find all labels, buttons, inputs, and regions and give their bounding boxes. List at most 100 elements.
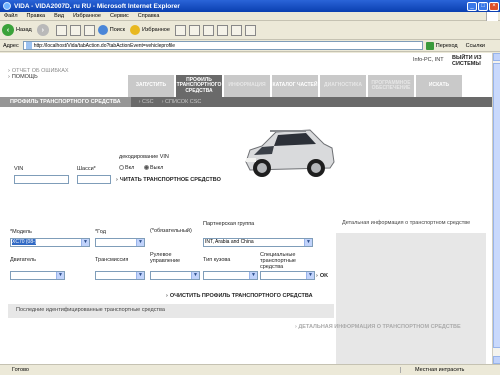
tab-vehicle-profile[interactable]: ПРОФИЛЬ ТРАНСПОРТНОГО СРЕДСТВА bbox=[176, 75, 222, 97]
top-links: › ОТЧЕТ ОБ ОШИБКАХ › ПОМОЩЬ bbox=[8, 68, 69, 80]
menu-favorites[interactable]: Избранное bbox=[73, 13, 101, 19]
subnav-vehicle-profile[interactable]: ПРОФИЛЬ ТРАНСПОРТНОГО СРЕДСТВА bbox=[0, 97, 131, 107]
stop-icon[interactable] bbox=[55, 24, 67, 36]
menu-tools[interactable]: Сервис bbox=[110, 13, 129, 19]
scroll-down-button[interactable] bbox=[493, 356, 500, 364]
sub-navigation: ПРОФИЛЬ ТРАНСПОРТНОГО СРЕДСТВА › CSC › С… bbox=[0, 97, 492, 107]
transmission-select[interactable]: ▼ bbox=[95, 271, 145, 280]
address-bar: Адрес http://localhost/Vida/tabAction.do… bbox=[0, 40, 500, 52]
decode-on-option[interactable]: Вкл bbox=[119, 165, 134, 171]
transmission-label: Трансмиссия bbox=[95, 257, 129, 263]
history-icon[interactable] bbox=[174, 24, 186, 36]
status-bar: Готово Местная интрасеть bbox=[0, 364, 500, 375]
vin-input[interactable] bbox=[14, 175, 69, 184]
chassis-input[interactable] bbox=[77, 175, 111, 184]
recent-vehicles-header: Последние идентифицированные транспортны… bbox=[8, 304, 334, 318]
vertical-scrollbar[interactable] bbox=[492, 53, 500, 364]
arrow-icon: › bbox=[8, 74, 10, 80]
scroll-up-button[interactable] bbox=[493, 53, 500, 61]
main-tabs: ЗАПУСТИТЬ ПРОФИЛЬ ТРАНСПОРТНОГО СРЕДСТВА… bbox=[128, 75, 464, 97]
favorites-button[interactable]: Избранное bbox=[130, 25, 170, 35]
back-arrow-icon: ‹ bbox=[2, 24, 14, 36]
address-url: http://localhost/Vida/tabAction.do?tabAc… bbox=[33, 42, 175, 49]
refresh-icon[interactable] bbox=[69, 24, 81, 36]
vehicle-detail-panel: Детальная информация о транспортном сред… bbox=[336, 218, 486, 373]
help-link[interactable]: › ПОМОЩЬ bbox=[8, 74, 69, 80]
tab-start[interactable]: ЗАПУСТИТЬ bbox=[128, 75, 174, 97]
tab-parts-catalog[interactable]: КАТАЛОГ ЧАСТЕЙ bbox=[272, 75, 318, 97]
chassis-label: Шасси* bbox=[77, 166, 96, 172]
tab-software[interactable]: ПРОГРАММНОЕ ОБЕСПЕЧЕНИЕ bbox=[368, 75, 414, 97]
chevron-down-icon: ▼ bbox=[136, 272, 144, 279]
body-type-select[interactable]: ▼ bbox=[203, 271, 258, 280]
messenger-icon[interactable] bbox=[244, 24, 256, 36]
chevron-down-icon: ▼ bbox=[136, 239, 144, 246]
special-vehicles-label: Специальные транспортные средства bbox=[260, 252, 296, 270]
menu-help[interactable]: Справка bbox=[138, 13, 160, 19]
ok-button[interactable]: › OK bbox=[316, 273, 328, 279]
back-button[interactable]: ‹ Назад bbox=[2, 24, 32, 36]
tab-information[interactable]: ИНФОРМАЦИЯ bbox=[224, 75, 270, 97]
partner-group-label: Партнерская группа bbox=[203, 221, 255, 227]
chevron-down-icon: ▼ bbox=[306, 272, 314, 279]
window-titlebar: VIDA - VIDA2007D, ru RU - Microsoft Inte… bbox=[0, 0, 500, 12]
star-icon bbox=[130, 25, 141, 35]
menu-file[interactable]: Файл bbox=[4, 13, 18, 19]
engine-select[interactable]: ▼ bbox=[10, 271, 65, 280]
special-vehicles-select[interactable]: ▼ bbox=[260, 271, 315, 280]
decode-off-option[interactable]: Выкл bbox=[144, 165, 163, 171]
chevron-down-icon: ▼ bbox=[56, 272, 64, 279]
close-button[interactable]: × bbox=[489, 1, 499, 11]
scroll-thumb[interactable] bbox=[493, 63, 500, 348]
ie-logo-icon bbox=[3, 2, 11, 10]
browser-toolbar: ‹ Назад › Поиск Избранное bbox=[0, 21, 500, 40]
search-icon bbox=[97, 25, 108, 35]
subnav-csc-list[interactable]: › СПИСОК CSC bbox=[162, 99, 202, 105]
model-select[interactable]: XC70 (08-) ▼ bbox=[10, 238, 90, 247]
address-label: Адрес bbox=[3, 42, 19, 49]
body-type-label: Тип кузова bbox=[203, 257, 231, 263]
tab-search[interactable]: ИСКАТЬ bbox=[416, 75, 462, 97]
chevron-down-icon: ▼ bbox=[191, 272, 199, 279]
chevron-down-icon: ▼ bbox=[81, 239, 89, 246]
chevron-down-icon: ▼ bbox=[249, 272, 257, 279]
arrow-icon: › bbox=[116, 177, 118, 183]
tab-diagnostics[interactable]: ДИАГНОСТИКА bbox=[320, 75, 366, 97]
year-select[interactable]: ▼ bbox=[95, 238, 145, 247]
year-label: *Год bbox=[95, 229, 106, 235]
vehicle-image bbox=[245, 129, 335, 177]
menu-view[interactable]: Вид bbox=[54, 13, 64, 19]
go-arrow-icon bbox=[425, 41, 434, 50]
clear-profile-button[interactable]: › ОЧИСТИТЬ ПРОФИЛЬ ТРАНСПОРТНОГО СРЕДСТВА bbox=[166, 293, 313, 299]
logout-link[interactable]: ВЫЙТИ ИЗ СИСТЕМЫ bbox=[452, 55, 492, 67]
vin-decoding-label: декодирование VIN bbox=[119, 154, 169, 160]
links-button[interactable]: Ссылки bbox=[466, 43, 485, 49]
home-icon[interactable] bbox=[83, 24, 95, 36]
vehicle-detail-header: Детальная информация о транспортном сред… bbox=[336, 218, 486, 235]
page-viewport: › ОТЧЕТ ОБ ОШИБКАХ › ПОМОЩЬ Info-PC, INT В… bbox=[0, 53, 492, 373]
steering-select[interactable]: ▼ bbox=[150, 271, 200, 280]
vehicle-detail-link[interactable]: › ДЕТАЛЬНАЯ ИНФОРМАЦИЯ О ТРАНСПОРТНОМ СР… bbox=[295, 324, 461, 330]
edit-icon[interactable] bbox=[216, 24, 228, 36]
radio-off[interactable] bbox=[144, 165, 149, 171]
maximize-button[interactable]: □ bbox=[478, 1, 488, 11]
subnav-csc[interactable]: › CSC bbox=[139, 99, 154, 105]
address-input[interactable]: http://localhost/Vida/tabAction.do?tabAc… bbox=[22, 41, 423, 50]
read-vehicle-button[interactable]: › ЧИТАТЬ ТРАНСПОРТНОЕ СРЕДСТВО bbox=[116, 177, 221, 183]
folder-icon[interactable] bbox=[230, 24, 242, 36]
partner-group-select[interactable]: INT, Arabia and China ▼ bbox=[203, 238, 313, 247]
arrow-icon: › bbox=[316, 273, 318, 279]
steering-label: Рулевое управление bbox=[150, 252, 181, 264]
print-icon[interactable] bbox=[202, 24, 214, 36]
minimize-button[interactable]: _ bbox=[467, 1, 477, 11]
engine-label: Двигатель bbox=[10, 257, 36, 263]
search-button[interactable]: Поиск bbox=[97, 25, 125, 35]
mandatory-note: (*обязательный) bbox=[150, 228, 192, 234]
go-button[interactable]: Переход bbox=[425, 41, 458, 50]
chevron-down-icon: ▼ bbox=[304, 239, 312, 246]
radio-on[interactable] bbox=[119, 165, 124, 171]
mail-icon[interactable] bbox=[188, 24, 200, 36]
menu-edit[interactable]: Правка bbox=[27, 13, 46, 19]
forward-button[interactable]: › bbox=[36, 24, 51, 36]
arrow-icon: › bbox=[166, 293, 168, 299]
